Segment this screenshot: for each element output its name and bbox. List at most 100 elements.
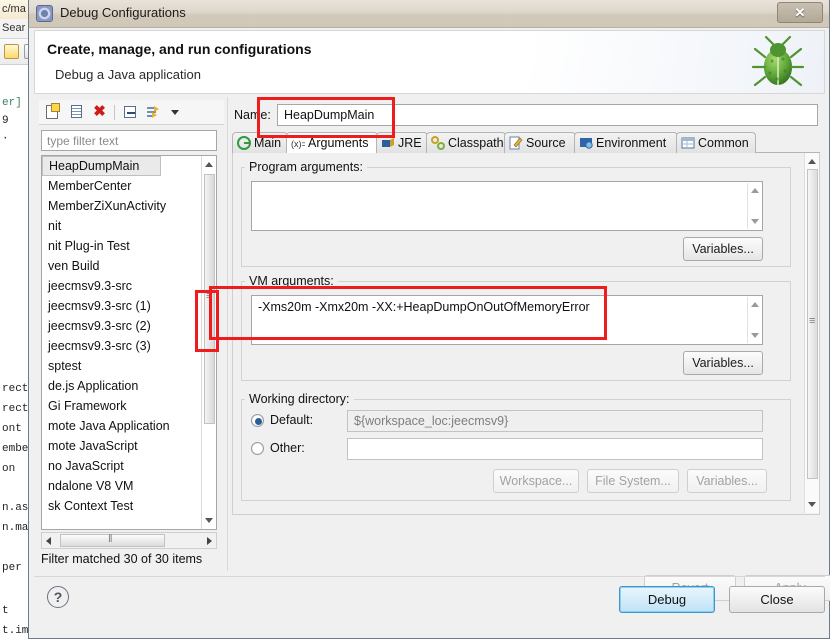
vm-arguments-group: VM arguments: -Xms20m -Xmx20m -XX:+HeapD… [241,274,791,381]
scroll-down-icon[interactable] [751,333,759,338]
dialog-body: ✖ type filter text HeapDumpMain MemberCen… [34,95,830,601]
dialog-banner: Create, manage, and run configurations D… [34,30,825,94]
scroll-up-icon[interactable] [751,302,759,307]
background-code-line: t [2,605,9,617]
vm-arguments-variables-button[interactable]: Variables... [683,351,763,375]
scroll-down-icon[interactable] [751,219,759,224]
tree-hscroll-thumb[interactable] [60,533,165,547]
working-directory-label: Working directory: [245,392,354,406]
working-directory-variables-button[interactable]: Variables... [687,469,767,493]
tree-vertical-scrollbar[interactable] [201,156,216,529]
tree-item[interactable]: HeapDumpMain [42,156,161,176]
tab-classpath[interactable]: Classpath [426,132,506,153]
launch-configurations-panel: ✖ type filter text HeapDumpMain MemberCen… [39,100,224,570]
dialog-titlebar[interactable]: Debug Configurations ✕ [29,0,829,28]
name-input[interactable]: HeapDumpMain [277,104,818,126]
background-code-line: ont [2,423,22,435]
program-arguments-scrollbar[interactable] [747,183,761,229]
program-arguments-group: Program arguments: Variables... [241,160,791,267]
classpath-tab-icon [431,136,445,150]
vm-arguments-input[interactable]: -Xms20m -Xmx20m -XX:+HeapDumpOnOutOfMemo… [251,295,763,345]
chevron-down-icon[interactable] [167,104,185,121]
scroll-up-icon[interactable] [808,159,816,164]
tab-source[interactable]: Source [504,132,576,153]
collapse-all-icon[interactable] [121,104,139,121]
workspace-button[interactable]: Workspace... [493,469,579,493]
tree-item[interactable]: ndalone V8 VM [42,476,216,496]
tree-item[interactable]: mote JavaScript [42,436,216,456]
tab-label: Classpath [448,136,504,150]
working-directory-other-input[interactable] [347,438,763,460]
program-arguments-label: Program arguments: [245,160,367,174]
tree-item[interactable]: jeecmsv9.3-src (1) [42,296,216,316]
tree-item-list: HeapDumpMain MemberCenter MemberZiXunActiv… [42,156,216,516]
form-scroll-thumb[interactable] [807,169,818,479]
tree-item[interactable]: sptest [42,356,216,376]
tab-label: Main [254,136,282,150]
working-directory-default-radio[interactable] [251,414,264,427]
help-icon[interactable]: ? [47,586,69,608]
banner-title: Create, manage, and run configurations [47,41,312,57]
working-directory-group: Working directory: Default: ${workspace_… [241,392,791,501]
tab-main[interactable]: Main [232,132,288,153]
scroll-left-icon[interactable] [46,537,51,545]
background-toolbar-icon [4,44,19,59]
tree-item[interactable]: MemberZiXunActivity [42,196,216,216]
tab-jre[interactable]: JRE [376,132,428,153]
scroll-down-icon[interactable] [808,502,816,507]
working-directory-default-label: Default: [270,413,314,427]
filter-icon[interactable] [144,104,162,121]
close-icon[interactable]: ✕ [777,2,823,23]
launch-configurations-tree[interactable]: HeapDumpMain MemberCenter MemberZiXunActiv… [41,155,217,530]
environment-tab-icon [580,138,593,149]
configuration-editor-panel: Name: HeapDumpMain Main (x)= Arguments JRE C… [232,100,820,570]
tree-horizontal-scrollbar[interactable] [41,532,217,549]
working-directory-other-radio[interactable] [251,442,264,455]
debug-config-icon [36,5,53,22]
working-directory-other-label: Other: [270,441,305,455]
scroll-up-icon[interactable] [751,188,759,193]
pane-splitter[interactable] [227,97,230,571]
bug-icon [751,35,805,87]
program-arguments-variables-button[interactable]: Variables... [683,237,763,261]
close-button[interactable]: Close [729,586,825,613]
working-directory-default-input: ${workspace_loc:jeecmsv9} [347,410,763,432]
tree-item[interactable]: ven Build [42,256,216,276]
tree-item[interactable]: jeecmsv9.3-src (2) [42,316,216,336]
scroll-down-icon[interactable] [205,518,213,523]
tree-item[interactable]: no JavaScript [42,456,216,476]
form-vertical-scrollbar[interactable] [804,153,819,513]
tab-environment[interactable]: Environment [574,132,678,153]
scroll-right-icon[interactable] [207,537,212,545]
duplicate-icon[interactable] [67,104,85,121]
tab-label: Arguments [308,136,369,150]
tree-item[interactable]: nit [42,216,216,236]
footer-separator [34,576,825,577]
scroll-up-icon[interactable] [205,162,213,167]
filter-status-text: Filter matched 30 of 30 items [41,552,203,566]
tab-common[interactable]: Common [676,132,756,153]
filter-input[interactable]: type filter text [41,130,217,151]
debug-button[interactable]: Debug [619,586,715,613]
background-code-line: · [2,133,9,145]
tree-item[interactable]: jeecmsv9.3-src [42,276,216,296]
tree-item[interactable]: Gi Framework [42,396,216,416]
program-arguments-input[interactable] [251,181,763,231]
tree-item[interactable]: jeecmsv9.3-src (3) [42,336,216,356]
tree-item[interactable]: sk Context Test [42,496,216,516]
tab-label: Source [526,136,566,150]
new-launch-configuration-icon[interactable] [44,103,62,121]
delete-icon[interactable]: ✖ [90,104,108,121]
background-code-line: er] [2,97,22,109]
tree-item[interactable]: MemberCenter [42,176,216,196]
tree-toolbar: ✖ [39,100,224,125]
tree-scroll-thumb[interactable] [204,174,215,424]
background-code-line: per [2,562,22,574]
common-tab-icon [681,137,695,149]
tab-arguments[interactable]: (x)= Arguments [286,132,378,153]
tree-item[interactable]: de.js Application [42,376,216,396]
vm-arguments-scrollbar[interactable] [747,297,761,343]
tree-item[interactable]: mote Java Application [42,416,216,436]
tree-item[interactable]: nit Plug-in Test [42,236,216,256]
file-system-button[interactable]: File System... [587,469,679,493]
